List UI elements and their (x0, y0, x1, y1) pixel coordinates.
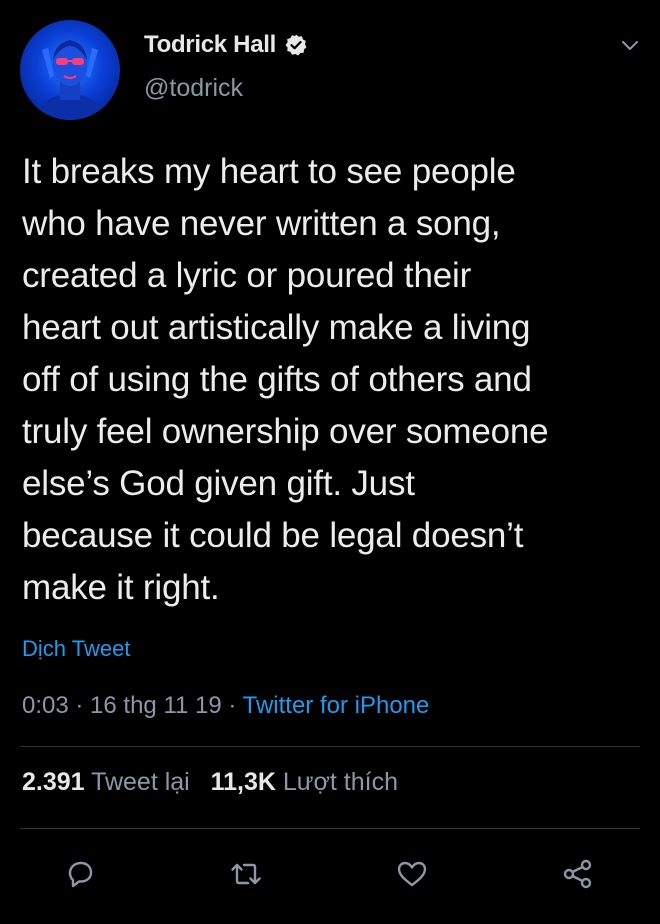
tweet-time: 0:03 (22, 692, 69, 719)
verified-badge-icon (284, 33, 308, 57)
likes-count: 11,3K (210, 768, 276, 796)
tweet-text: It breaks my heart to see people who hav… (22, 152, 549, 607)
likes-stat[interactable]: 11,3K Lượt thích (211, 768, 398, 796)
tweet-date: 16 thg 11 19 (90, 692, 222, 719)
meta-separator: · (221, 692, 243, 719)
avatar[interactable] (20, 20, 120, 120)
retweet-icon[interactable] (228, 856, 264, 892)
author-handle[interactable]: @todrick (144, 74, 243, 103)
like-icon[interactable] (394, 856, 430, 892)
display-name[interactable]: Todrick Hall (144, 31, 276, 59)
divider (20, 828, 640, 829)
retweets-count: 2.391 (22, 768, 85, 796)
tweet-metadata: 0:03 · 16 thg 11 19 · Twitter for iPhone (22, 692, 429, 720)
reply-icon[interactable] (62, 856, 98, 892)
share-icon[interactable] (560, 856, 596, 892)
retweets-label: Tweet lại (91, 768, 190, 796)
tweet-stats: 2.391 Tweet lại 11,3K Lượt thích (22, 768, 398, 797)
meta-separator: · (68, 692, 91, 719)
retweets-stat[interactable]: 2.391 Tweet lại (22, 768, 190, 796)
author-name-row[interactable]: Todrick Hall (144, 28, 308, 62)
tweet-source-link[interactable]: Twitter for iPhone (243, 692, 430, 719)
likes-label: Lượt thích (282, 768, 398, 796)
chevron-down-icon[interactable] (618, 38, 642, 54)
divider (20, 746, 640, 747)
avatar-image (29, 40, 111, 120)
tweet-detail: Todrick Hall @todrick It breaks my heart… (0, 0, 660, 924)
translate-tweet-link[interactable]: Dịch Tweet (22, 636, 130, 662)
